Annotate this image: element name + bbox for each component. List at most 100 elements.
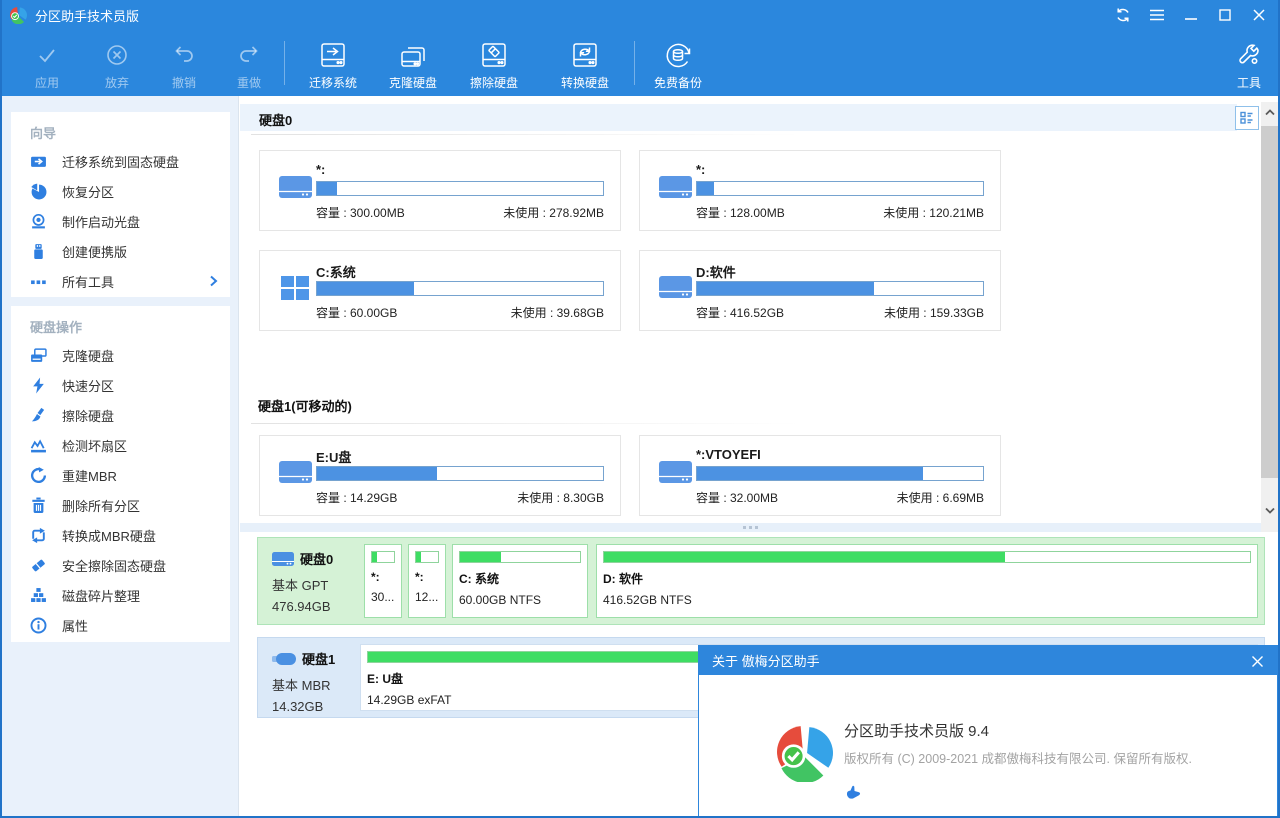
sidebar-item-all-tools[interactable]: 所有工具 [11,266,230,296]
free-backup-icon [642,36,714,74]
clone-disk-small-icon [30,347,47,364]
sidebar-item-check-bad-sectors[interactable]: 检测坏扇区 [11,430,230,460]
sidebar-item-label: 快速分区 [62,376,114,395]
about-dialog-titlebar: 关于 傲梅分区助手 [699,646,1277,675]
volume-unused: 未使用 : 39.68GB [511,304,604,321]
scroll-down-button[interactable] [1261,500,1278,520]
window-title: 分区助手技术员版 [35,6,139,25]
volume-usage-bar [316,281,604,296]
close-icon[interactable] [1248,4,1270,26]
volume-usage-bar [696,181,984,196]
volume-card-d-software[interactable]: D:软件 容量 : 416.52GB 未使用 : 159.33GB [639,250,1001,331]
clone-disk-icon [377,36,449,74]
view-mode-button[interactable] [1235,106,1259,130]
scroll-up-button[interactable] [1261,102,1278,122]
migrate-os-button[interactable]: 迁移系统 [297,36,369,91]
rebuild-arrow-icon [30,467,47,484]
sidebar-item-label: 属性 [62,616,88,635]
volume-card-e-usb[interactable]: E:U盘 容量 : 14.29GB 未使用 : 8.30GB [259,435,621,516]
volume-card-disk0-p2[interactable]: *: 容量 : 128.00MB 未使用 : 120.21MB [639,150,1001,231]
sidebar-item-secure-erase-ssd[interactable]: 安全擦除固态硬盘 [11,550,230,580]
sidebar-item-create-portable[interactable]: 创建便携版 [11,236,230,266]
partition-block[interactable]: *: 30... [364,544,402,618]
sidebar-item-clone-disk[interactable]: 克隆硬盘 [11,340,230,370]
sidebar-item-convert-to-mbr[interactable]: 转换成MBR硬盘 [11,520,230,550]
volume-unused: 未使用 : 8.30GB [517,489,604,506]
sidebar-item-quick-partition[interactable]: 快速分区 [11,370,230,400]
volume-name: *: [316,162,325,177]
disk0-row[interactable]: 硬盘0 基本 GPT 476.94GB *: 30... *: 12... C:… [257,537,1265,625]
aomei-logo [777,726,833,782]
usb-drive-icon [272,652,296,666]
tools-button[interactable]: 工具 [1221,36,1277,91]
sidebar-item-wipe-disk[interactable]: 擦除硬盘 [11,400,230,430]
sidebar-item-label: 擦除硬盘 [62,406,114,425]
volume-card-disk0-p1[interactable]: *: 容量 : 300.00MB 未使用 : 278.92MB [259,150,621,231]
windows-logo-icon [277,273,314,303]
disk1-header: 硬盘1(可移动的) [258,396,352,415]
partition-block-c[interactable]: C: 系统 60.00GB NTFS [452,544,588,618]
sidebar-item-label: 创建便携版 [62,242,127,261]
disk0-header: 硬盘0 [259,110,292,129]
convert-disk-button[interactable]: 转换硬盘 [549,36,621,91]
apply-button[interactable]: 应用 [19,36,75,91]
discard-button[interactable]: 放弃 [89,36,145,91]
partition-block-d[interactable]: D: 软件 416.52GB NTFS [596,544,1258,618]
maximize-icon[interactable] [1214,4,1236,26]
redo-button[interactable]: 重做 [221,36,277,91]
disk-volume-icon [277,173,314,203]
discard-circle-x-icon [89,36,145,74]
sidebar-item-label: 重建MBR [62,466,117,485]
disk-volume-icon [657,173,694,203]
broom-icon [30,407,47,424]
minimize-icon[interactable] [1180,4,1202,26]
volume-card-c-system[interactable]: C:系统 容量 : 60.00GB 未使用 : 39.68GB [259,250,621,331]
disk0-header-strip: 硬盘0 [240,104,1237,131]
panel-splitter[interactable] [240,523,1261,532]
about-app-name: 分区助手技术员版 9.4 [844,720,989,741]
disk0-type: 基本 GPT [272,575,360,594]
wipe-disk-button[interactable]: 擦除硬盘 [458,36,530,91]
volume-usage-bar [316,466,604,481]
sidebar-item-migrate-os-to-ssd[interactable]: 迁移系统到固态硬盘 [11,146,230,176]
lightning-icon [30,377,47,394]
sidebar-item-delete-all-partitions[interactable]: 删除所有分区 [11,490,230,520]
window-border-left [0,0,2,818]
toolbar-separator [284,41,285,85]
dialog-close-icon[interactable] [1247,651,1267,671]
volume-card-vtoyefi[interactable]: *:VTOYEFI 容量 : 32.00MB 未使用 : 6.69MB [639,435,1001,516]
menu-icon[interactable] [1146,4,1168,26]
migrate-ssd-icon [30,153,47,170]
wizard-section: 向导 迁移系统到固态硬盘 恢复分区 制作启动光盘 创建便携版 [11,112,230,297]
sidebar-item-label: 恢复分区 [62,182,114,201]
disk-volume-icon [277,458,314,488]
clone-disk-button[interactable]: 克隆硬盘 [377,36,449,91]
pie-chart-icon [30,183,47,200]
sidebar-item-recover-partition[interactable]: 恢复分区 [11,176,230,206]
sidebar-item-make-bootable-media[interactable]: 制作启动光盘 [11,206,230,236]
convert-disk-icon [549,36,621,74]
disk-operations-section: 硬盘操作 克隆硬盘 快速分区 擦除硬盘 检测坏扇区 [11,306,230,642]
volume-unused: 未使用 : 6.69MB [897,489,984,506]
sidebar-item-label: 克隆硬盘 [62,346,114,365]
volume-unused: 未使用 : 159.33GB [884,304,984,321]
sidebar-item-label: 迁移系统到固态硬盘 [62,152,179,171]
disk0-size: 476.94GB [272,599,360,614]
about-dialog: 关于 傲梅分区助手 分区助手技术员版 9.4 版权所有 (C) 2009-202… [698,645,1278,818]
disk-volume-icon [657,273,694,303]
volume-usage-bar [696,281,984,296]
sidebar-item-rebuild-mbr[interactable]: 重建MBR [11,460,230,490]
hand-pointer-icon[interactable] [844,784,862,802]
sidebar-item-disk-defrag[interactable]: 磁盘碎片整理 [11,580,230,610]
scrollbar-thumb[interactable] [1261,126,1278,478]
free-backup-button[interactable]: 免费备份 [642,36,714,91]
about-dialog-title: 关于 傲梅分区助手 [712,651,820,670]
refresh-icon[interactable] [1112,4,1134,26]
volume-usage-bar [316,181,604,196]
undo-button[interactable]: 撤销 [156,36,212,91]
partition-usage-bar [415,551,439,563]
partition-block[interactable]: *: 12... [408,544,446,618]
sidebar-item-properties[interactable]: 属性 [11,610,230,640]
info-icon [30,617,47,634]
vertical-scrollbar[interactable] [1261,102,1278,532]
